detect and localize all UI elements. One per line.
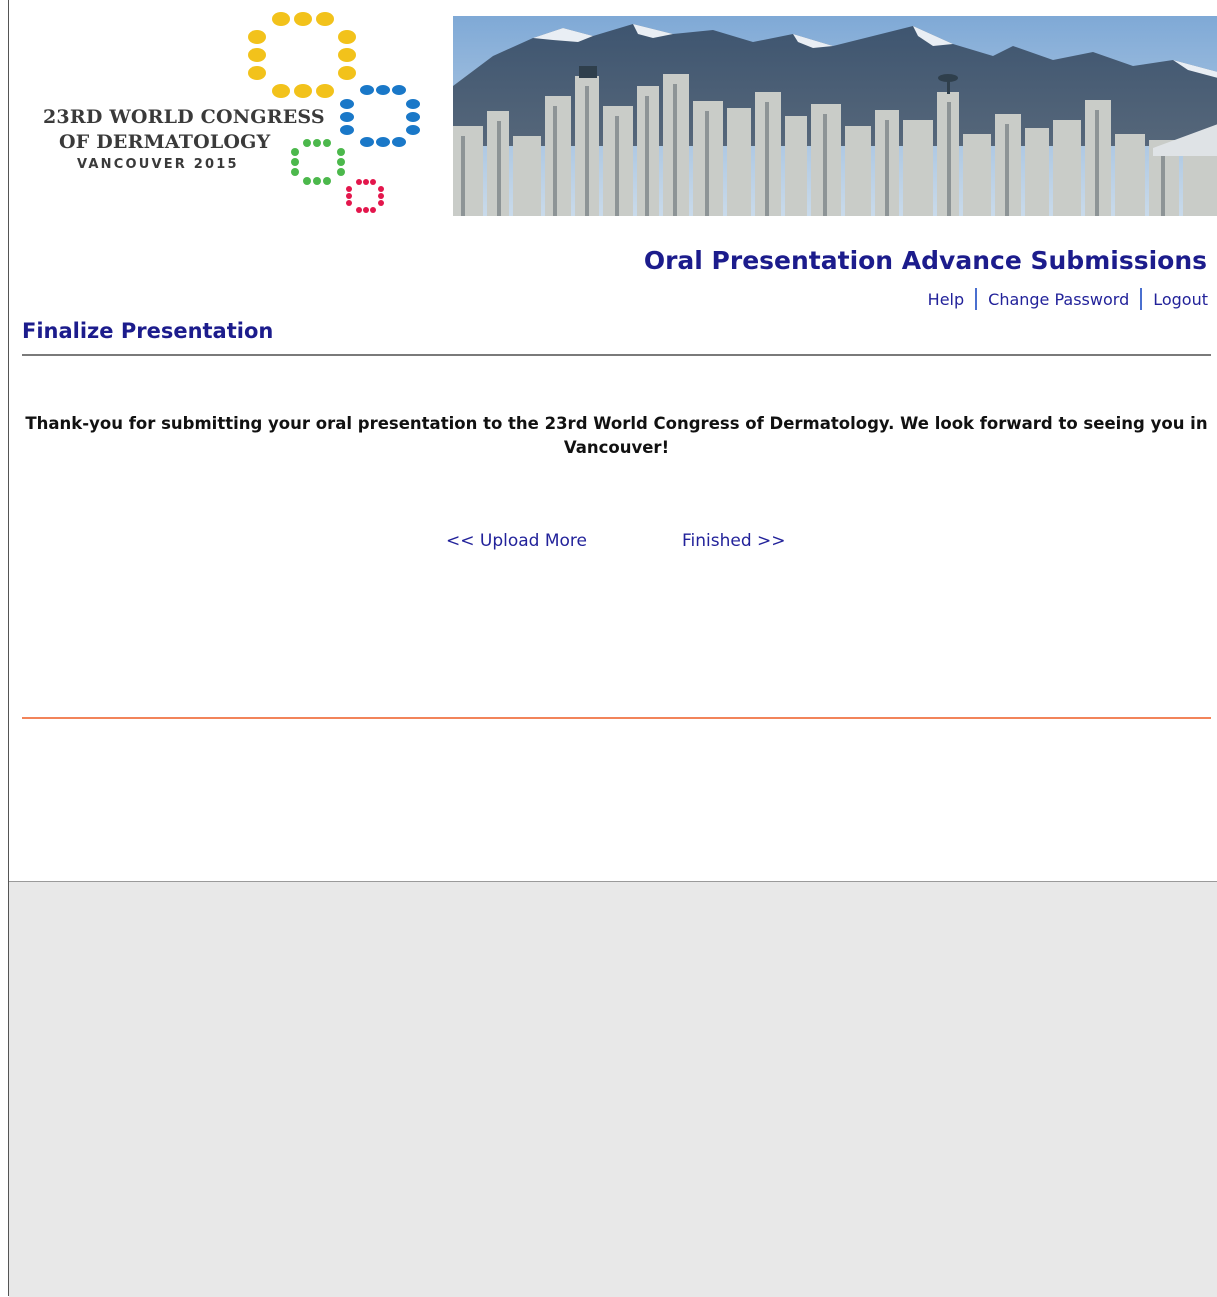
logo-title-line-2: OF DERMATOLOGY	[59, 131, 271, 153]
confirmation-message: Thank-you for submitting your oral prese…	[25, 414, 1208, 457]
logo-title-line-3: VANCOUVER 2015	[77, 157, 239, 172]
nav-separator	[975, 288, 978, 310]
page-content: 23RD WORLD CONGRESS OF DERMATOLOGY VANCO…	[9, 0, 1217, 881]
congress-logo: 23RD WORLD CONGRESS OF DERMATOLOGY VANCO…	[9, 0, 453, 216]
title-divider	[22, 354, 1211, 356]
vancouver-skyline-banner	[453, 16, 1217, 216]
logo-title-line-1: 23RD WORLD CONGRESS	[43, 106, 325, 128]
page-title: Finalize Presentation	[22, 319, 274, 343]
change-password-link[interactable]: Change Password	[988, 290, 1129, 309]
top-nav: Help Change Password Logout	[928, 288, 1208, 310]
skyline-image	[453, 16, 1217, 216]
empty-background-area	[9, 881, 1217, 1297]
logout-link[interactable]: Logout	[1153, 290, 1208, 309]
nav-separator	[1140, 288, 1143, 310]
app-title: Oral Presentation Advance Submissions	[643, 246, 1207, 275]
upload-more-link[interactable]: << Upload More	[446, 531, 587, 551]
page-frame: 23RD WORLD CONGRESS OF DERMATOLOGY VANCO…	[8, 0, 1217, 1297]
footer-divider	[22, 717, 1211, 719]
help-link[interactable]: Help	[928, 290, 964, 309]
finished-link[interactable]: Finished >>	[682, 531, 786, 551]
